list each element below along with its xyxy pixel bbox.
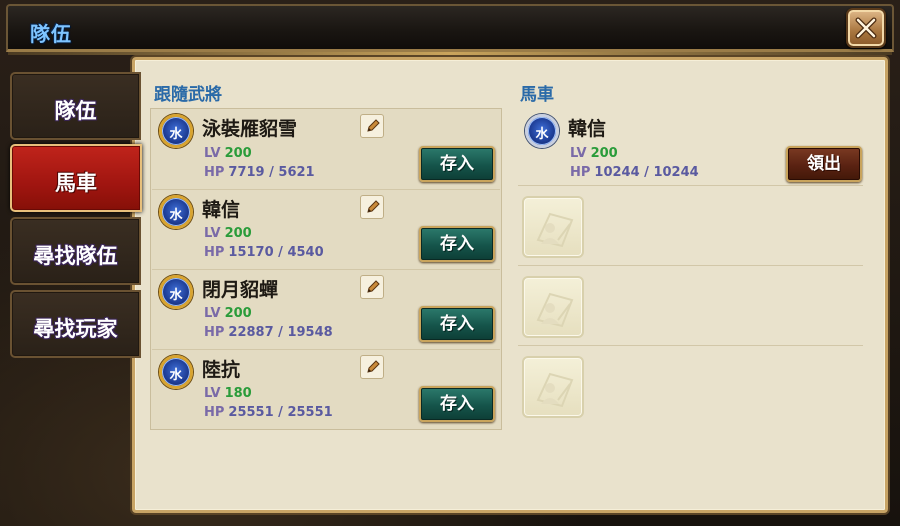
row-divider xyxy=(152,189,500,190)
follower-hp: HP 7719 / 5621 xyxy=(204,165,315,180)
water-element-icon: 水 xyxy=(525,114,559,148)
follower-name: 陸抗 xyxy=(202,359,241,381)
tab-carriage[interactable]: 馬車 xyxy=(10,144,142,212)
edit-pencil-icon[interactable] xyxy=(360,275,384,299)
follower-name: 閉月貂蟬 xyxy=(202,279,279,301)
follower-name: 泳裝雁貂雪 xyxy=(202,118,298,140)
empty-carriage-slot[interactable] xyxy=(522,276,584,338)
edit-pencil-icon[interactable] xyxy=(360,355,384,379)
follower-level: LV 200 xyxy=(204,146,252,161)
window-title: 隊伍 xyxy=(30,22,72,46)
row-divider xyxy=(152,349,500,350)
water-element-icon: 水 xyxy=(159,195,193,229)
tab-team[interactable]: 隊伍 xyxy=(10,72,141,140)
edit-pencil-icon[interactable] xyxy=(360,195,384,219)
deposit-button[interactable]: 存入 xyxy=(419,386,495,422)
carriage-character-name: 韓信 xyxy=(568,118,607,140)
tab-carriage-label: 馬車 xyxy=(55,171,97,195)
follower-name: 韓信 xyxy=(202,199,241,221)
edit-pencil-icon[interactable] xyxy=(360,114,384,138)
carriage-character-hp: HP 10244 / 10244 xyxy=(570,165,699,180)
tab-find-player[interactable]: 尋找玩家 xyxy=(10,290,141,358)
water-element-icon: 水 xyxy=(159,275,193,309)
tab-team-label: 隊伍 xyxy=(54,99,97,123)
follower-level: LV 180 xyxy=(204,386,252,401)
tab-find-team-label: 尋找隊伍 xyxy=(33,244,118,268)
water-element-icon: 水 xyxy=(159,355,193,389)
title-bar: 隊伍 xyxy=(6,4,894,55)
empty-carriage-slot[interactable] xyxy=(522,356,584,418)
empty-carriage-slot[interactable] xyxy=(522,196,584,258)
row-divider xyxy=(518,265,863,266)
follower-level: LV 200 xyxy=(204,226,252,241)
follower-hp: HP 22887 / 19548 xyxy=(204,325,333,340)
row-divider xyxy=(152,269,500,270)
deposit-button[interactable]: 存入 xyxy=(419,146,495,182)
carriage-section-title: 馬車 xyxy=(520,85,554,105)
empty-character-slot-icon xyxy=(536,372,574,408)
deposit-button[interactable]: 存入 xyxy=(419,226,495,262)
carriage-character-level: LV 200 xyxy=(570,146,618,161)
follower-hp: HP 25551 / 25551 xyxy=(204,405,333,420)
empty-character-slot-icon xyxy=(536,212,574,248)
withdraw-button[interactable]: 領出 xyxy=(786,146,862,182)
deposit-button[interactable]: 存入 xyxy=(419,306,495,342)
followers-section-title: 跟隨武將 xyxy=(154,85,222,105)
empty-character-slot-icon xyxy=(536,292,574,328)
close-icon xyxy=(855,17,877,39)
follower-level: LV 200 xyxy=(204,306,252,321)
row-divider xyxy=(518,185,863,186)
tab-find-team[interactable]: 尋找隊伍 xyxy=(10,217,141,285)
follower-hp: HP 15170 / 4540 xyxy=(204,245,324,260)
tab-find-player-label: 尋找玩家 xyxy=(33,317,118,341)
water-element-icon: 水 xyxy=(159,114,193,148)
close-button[interactable] xyxy=(846,8,886,48)
row-divider xyxy=(518,345,863,346)
